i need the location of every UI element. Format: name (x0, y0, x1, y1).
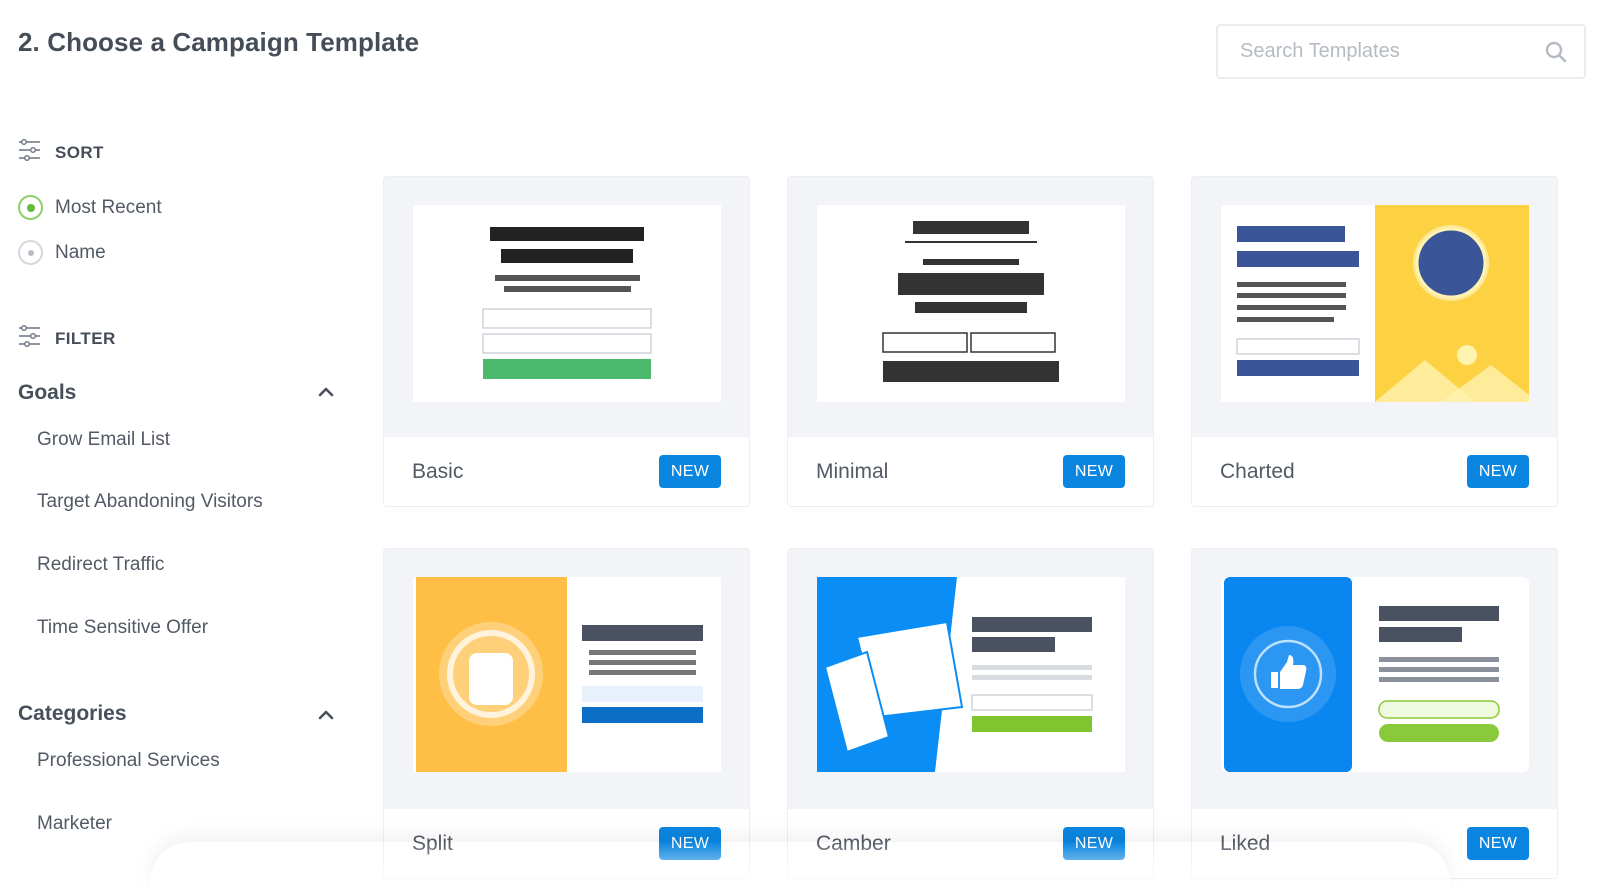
template-card-charted[interactable]: Charted NEW (1191, 176, 1558, 507)
goals-title[interactable]: Goals (18, 381, 76, 405)
chevron-up-icon[interactable] (318, 384, 334, 402)
template-thumbnail[interactable] (384, 549, 749, 809)
filter-heading: FILTER (18, 325, 116, 352)
sliders-icon (18, 325, 41, 352)
template-thumbnail[interactable] (1192, 177, 1557, 437)
filter-label: FILTER (55, 328, 116, 348)
template-card-split[interactable]: Split NEW (383, 548, 750, 879)
template-name: Liked (1220, 832, 1271, 855)
template-name: Basic (412, 460, 464, 483)
filter-item-professional-services[interactable]: Professional Services (37, 750, 220, 772)
template-preview-image (413, 205, 721, 402)
template-thumbnail[interactable] (788, 549, 1153, 809)
new-badge: NEW (659, 455, 721, 488)
template-name: Charted (1220, 460, 1295, 483)
categories-title[interactable]: Categories (18, 702, 127, 726)
template-name: Minimal (816, 460, 889, 483)
search-box[interactable] (1216, 24, 1586, 79)
radio-selected-icon[interactable] (18, 195, 43, 220)
sort-option-name[interactable]: Name (18, 240, 106, 265)
template-preview-image (413, 577, 721, 772)
new-badge: NEW (1467, 827, 1529, 860)
sort-heading: SORT (18, 139, 104, 166)
filter-item-grow-email-list[interactable]: Grow Email List (37, 429, 170, 451)
filter-item-marketer[interactable]: Marketer (37, 813, 112, 835)
new-badge: NEW (1063, 455, 1125, 488)
template-preview-image (817, 205, 1125, 402)
template-name: Camber (816, 832, 891, 855)
template-card-liked[interactable]: Liked NEW (1191, 548, 1558, 879)
new-badge: NEW (1467, 455, 1529, 488)
template-preview-image (1221, 577, 1529, 772)
template-card-camber[interactable]: Camber NEW (787, 548, 1154, 879)
search-icon[interactable] (1544, 40, 1568, 69)
sort-label: SORT (55, 142, 104, 162)
sort-option-most-recent[interactable]: Most Recent (18, 195, 162, 220)
radio-icon[interactable] (18, 240, 43, 265)
template-preview-image (1221, 205, 1529, 402)
template-preview-image (817, 577, 1125, 772)
template-thumbnail[interactable] (1192, 549, 1557, 809)
template-card-basic[interactable]: Basic NEW (383, 176, 750, 507)
chevron-up-icon[interactable] (318, 707, 334, 725)
search-input[interactable] (1218, 26, 1584, 77)
new-badge: NEW (659, 827, 721, 860)
filter-item-time-sensitive-offer[interactable]: Time Sensitive Offer (37, 617, 208, 639)
sort-option-label: Name (55, 241, 106, 263)
sort-option-label: Most Recent (55, 196, 162, 218)
filter-item-target-abandoning-visitors[interactable]: Target Abandoning Visitors (37, 491, 263, 513)
template-thumbnail[interactable] (788, 177, 1153, 437)
sliders-icon (18, 139, 41, 166)
filter-item-redirect-traffic[interactable]: Redirect Traffic (37, 554, 164, 576)
template-card-minimal[interactable]: Minimal NEW (787, 176, 1154, 507)
page-title: 2. Choose a Campaign Template (18, 27, 420, 57)
new-badge: NEW (1063, 827, 1125, 860)
template-name: Split (412, 832, 453, 855)
template-thumbnail[interactable] (384, 177, 749, 437)
